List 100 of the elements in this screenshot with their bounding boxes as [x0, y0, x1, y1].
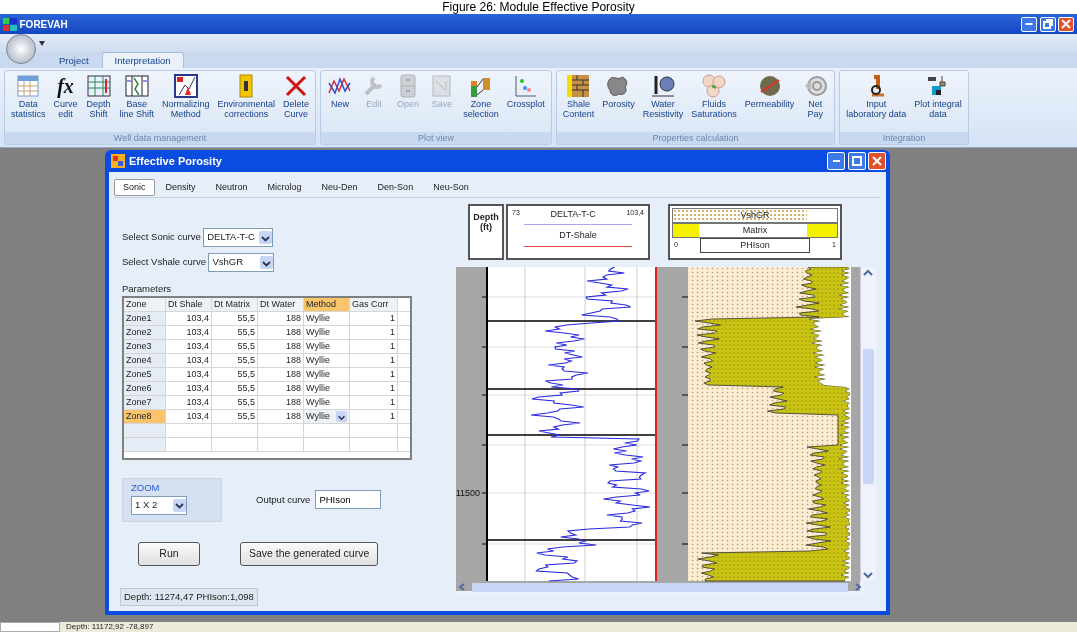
ribbon-button[interactable]: Base line Shift: [116, 73, 158, 132]
table-cell: 188: [258, 368, 304, 382]
row-header[interactable]: Zone8: [124, 410, 166, 424]
tab[interactable]: Sonic: [114, 179, 155, 196]
table-cell: 1: [350, 410, 398, 424]
brick-wall-icon: [565, 73, 592, 99]
table-cell: 55,5: [212, 326, 258, 340]
scroll-thumb[interactable]: [472, 582, 848, 592]
vertical-scrollbar[interactable]: [860, 267, 876, 581]
table-cell: 103,4: [166, 410, 212, 424]
table-cell: 55,5: [212, 410, 258, 424]
restore-button[interactable]: [1039, 16, 1056, 32]
row-header[interactable]: Zone5: [124, 368, 166, 382]
table-cell: Wyllie: [304, 368, 350, 382]
ribbon-button[interactable]: Normalizing Method: [159, 73, 213, 132]
table-cell: 103,4: [166, 396, 212, 410]
ribbon-button[interactable]: Water Resistivity: [639, 73, 687, 132]
tab[interactable]: Den-Son: [368, 179, 423, 196]
gauge-icon: [649, 73, 676, 99]
legend-entry: PHIson: [700, 238, 810, 253]
minimize-button[interactable]: [1021, 16, 1037, 32]
ribbon-button[interactable]: Input laboratory data: [843, 73, 910, 132]
run-button[interactable]: Run: [138, 541, 200, 566]
output-curve-field[interactable]: PHIson: [315, 490, 382, 510]
ribbon-button[interactable]: Shale Content: [559, 73, 598, 132]
table-cell: 188: [258, 312, 304, 326]
ribbon-button[interactable]: fx Curve edit: [50, 73, 81, 132]
legend-entry: Matrix: [672, 223, 838, 238]
minimize-icon: [831, 160, 841, 162]
column-header[interactable]: Dt Matrix: [212, 298, 258, 312]
legend-entry: VshGR: [672, 208, 838, 223]
dropdown-field[interactable]: 1 X 2: [131, 495, 187, 515]
row-header[interactable]: Zone6: [124, 382, 166, 396]
scroll-thumb[interactable]: [863, 349, 874, 484]
ribbon-button[interactable]: Zone selection: [460, 73, 502, 132]
tab[interactable]: Density: [156, 179, 205, 196]
table-cell: 103,4: [166, 326, 212, 340]
column-header[interactable]: Zone: [124, 298, 166, 312]
table-cell: 103,4: [166, 354, 212, 368]
ribbon-button[interactable]: New: [324, 73, 357, 132]
ribbon-button[interactable]: Environmental corrections: [214, 73, 279, 132]
table-cell: 55,5: [212, 368, 258, 382]
save-button[interactable]: Save the generated curve: [240, 541, 379, 566]
row-header[interactable]: Zone3: [124, 340, 166, 354]
table-cell: 103,4: [166, 368, 212, 382]
calendar-icon: [15, 73, 42, 99]
row-header[interactable]: Zone1: [124, 312, 166, 326]
row-header[interactable]: Zone4: [124, 354, 166, 368]
column-header[interactable]: Dt Water: [258, 298, 304, 312]
maximize-button[interactable]: [847, 152, 866, 170]
grid-icon: [85, 73, 112, 99]
table-cell: 55,5: [212, 340, 258, 354]
table-cell: 55,5: [212, 396, 258, 410]
dropdown-field[interactable]: DELTA-T-C: [203, 228, 274, 247]
ribbon-tab[interactable]: Interpretation: [101, 52, 184, 68]
tab[interactable]: Neutron: [206, 179, 257, 196]
table-cell: 55,5: [212, 354, 258, 368]
close-button[interactable]: [1058, 16, 1074, 32]
ribbon-button[interactable]: Plot integral data: [911, 73, 965, 132]
tab[interactable]: Neu-Son: [424, 179, 478, 196]
table-cell: 1: [350, 382, 398, 396]
tab[interactable]: Neu-Den: [312, 179, 367, 196]
ribbon-button[interactable]: Permeability: [741, 73, 798, 132]
close-button[interactable]: [868, 152, 886, 170]
depth-header: Depth (ft): [468, 204, 504, 260]
app-logo-icon: [3, 17, 17, 31]
table-cell: Wyllie: [304, 312, 350, 326]
column-header[interactable]: Method: [304, 298, 350, 312]
chart-grid-icon: [123, 73, 150, 99]
ribbon-button[interactable]: Delete Curve: [280, 73, 313, 132]
table-cell: 1: [350, 312, 398, 326]
curve-name: DT-Shale: [558, 228, 598, 242]
figure-caption: Figure 26: Module Effective Porosity: [441, 0, 636, 14]
table-cell: Wyllie: [304, 326, 350, 340]
grains-icon: [701, 73, 727, 99]
ribbon-button[interactable]: Fluids Saturations: [688, 73, 740, 132]
table-cell: 188: [258, 354, 304, 368]
column-header[interactable]: Dt Shale: [166, 298, 212, 312]
minimize-button[interactable]: [827, 152, 845, 170]
table-cell: 103,4: [166, 340, 212, 354]
ribbon-button[interactable]: Depth Shift: [82, 73, 115, 132]
ribbon-button[interactable]: Data statistics: [8, 73, 49, 132]
table-cell: 1: [350, 368, 398, 382]
tab[interactable]: Microlog: [258, 179, 311, 196]
close-icon: [1060, 18, 1072, 30]
method-dropdown[interactable]: Wyllie: [304, 410, 350, 424]
column-header[interactable]: Gas Corr: [350, 298, 398, 312]
ribbon-button[interactable]: Crossplot: [503, 73, 548, 132]
ribbon-tab[interactable]: Project: [46, 52, 102, 68]
ribbon-group-label: Plot view: [321, 132, 551, 144]
row-header[interactable]: Zone7: [124, 396, 166, 410]
dropdown-field[interactable]: VshGR: [208, 253, 275, 272]
ribbon-button[interactable]: Porosity: [599, 73, 638, 132]
scroll-down-icon[interactable]: [861, 569, 875, 581]
table-cell: Wyllie: [304, 382, 350, 396]
table-cell: 55,5: [212, 312, 258, 326]
depth-label: 11500: [456, 488, 480, 498]
row-header[interactable]: Zone2: [124, 326, 166, 340]
ribbon-button[interactable]: Net Pay: [799, 73, 832, 132]
dialog-title: Effective Porosity: [129, 153, 222, 169]
